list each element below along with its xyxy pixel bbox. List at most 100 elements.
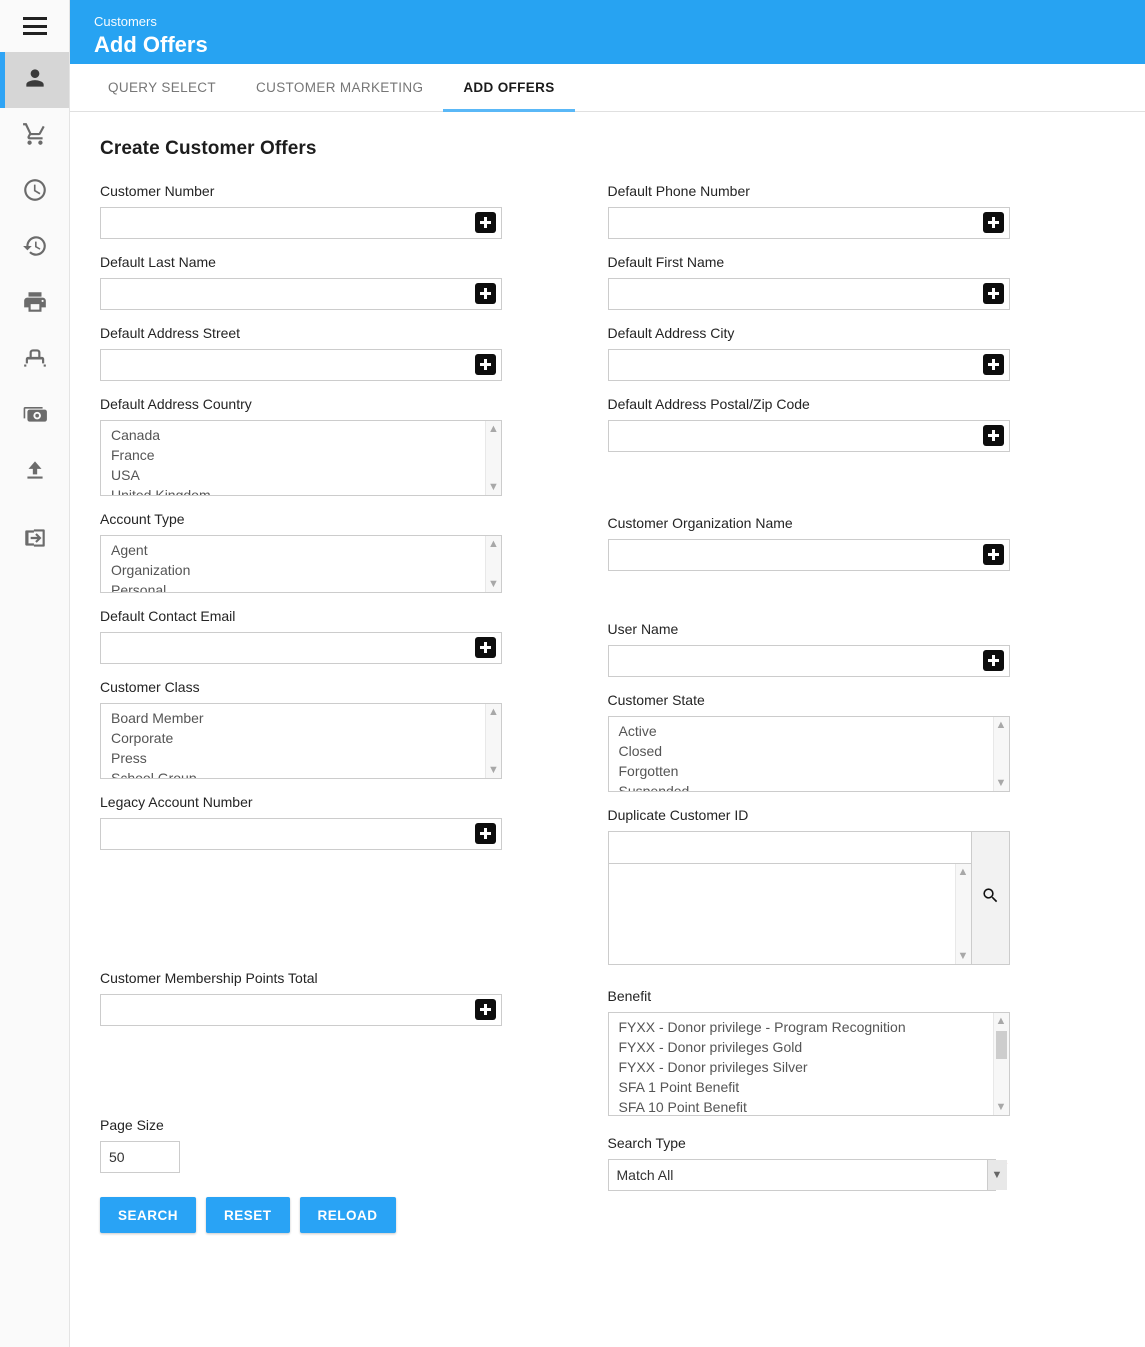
list-item[interactable]: FYXX - Donor privilege - Program Recogni… — [609, 1017, 1009, 1037]
default-phone-number-input[interactable] — [607, 207, 1010, 239]
tab-customer-marketing[interactable]: CUSTOMER MARKETING — [236, 64, 443, 111]
listbox-scrollbar[interactable]: ▲ ▼ — [992, 1013, 1009, 1115]
add-default-first-name-icon[interactable] — [982, 283, 1004, 304]
reload-button[interactable]: RELOAD — [299, 1197, 396, 1233]
list-item[interactable]: Corporate — [101, 728, 501, 748]
list-item[interactable]: Agent — [101, 540, 501, 560]
list-item[interactable]: FYXX - Donor privileges Gold — [609, 1037, 1009, 1057]
default-address-street-input[interactable] — [100, 349, 502, 381]
sidebar-item-customers[interactable] — [0, 52, 69, 108]
list-item[interactable]: Canada — [101, 425, 501, 445]
list-item[interactable]: Closed — [609, 741, 1009, 761]
list-item[interactable]: School Group — [101, 768, 501, 778]
menu-toggle-button[interactable] — [0, 0, 69, 52]
customer-organization-name-input[interactable] — [607, 539, 1010, 571]
default-first-name-input[interactable] — [607, 278, 1010, 310]
scroll-up-icon[interactable]: ▲ — [488, 536, 499, 552]
scroll-up-icon[interactable]: ▲ — [488, 421, 499, 437]
scroll-down-icon[interactable]: ▼ — [488, 576, 499, 592]
reset-button[interactable]: RESET — [206, 1197, 290, 1233]
duplicate-customer-id-results[interactable]: ▲ ▼ — [607, 863, 972, 965]
search-type-select[interactable]: Match All Match Any — [607, 1159, 997, 1191]
sidebar-item-payments[interactable] — [0, 388, 69, 444]
list-item[interactable]: Board Member — [101, 708, 501, 728]
person-icon — [22, 65, 48, 96]
add-customer-membership-points-total-icon[interactable] — [475, 999, 496, 1020]
listbox-scrollbar[interactable]: ▲ ▼ — [485, 421, 501, 495]
scroll-down-icon[interactable]: ▼ — [488, 762, 499, 778]
list-item[interactable]: Personal — [101, 580, 501, 592]
add-default-address-street-icon[interactable] — [475, 354, 496, 375]
sidebar-item-history[interactable] — [0, 220, 69, 276]
customer-class-listbox[interactable]: Board Member Corporate Press School Grou… — [100, 703, 502, 779]
add-default-last-name-icon[interactable] — [475, 283, 496, 304]
list-item[interactable]: SFA 1 Point Benefit — [609, 1077, 1009, 1097]
list-item[interactable]: SFA 10 Point Benefit — [609, 1097, 1009, 1115]
label-default-address-postal: Default Address Postal/Zip Code — [607, 396, 810, 412]
search-button[interactable]: SEARCH — [100, 1197, 197, 1233]
list-item[interactable]: United Kingdom — [101, 485, 501, 495]
scroll-down-icon[interactable]: ▼ — [958, 948, 969, 964]
add-user-name-icon[interactable] — [982, 650, 1004, 671]
default-address-postal-input[interactable] — [607, 420, 1010, 452]
sidebar-item-seating[interactable] — [0, 332, 69, 388]
field-customer-class: Customer Class Board Member Corporate Pr… — [100, 678, 608, 779]
main-area: Customers Add Offers QUERY SELECT CUSTOM… — [70, 0, 1145, 1347]
list-item[interactable]: France — [101, 445, 501, 465]
list-item[interactable]: Press — [101, 748, 501, 768]
sidebar-item-schedule[interactable] — [0, 164, 69, 220]
scroll-up-icon[interactable]: ▲ — [996, 1013, 1007, 1029]
user-name-input[interactable] — [607, 645, 1010, 677]
field-default-phone-number: Default Phone Number — [607, 182, 1116, 239]
listbox-scrollbar[interactable]: ▲ ▼ — [485, 704, 501, 778]
printer-icon — [22, 289, 48, 320]
scroll-up-icon[interactable]: ▲ — [996, 717, 1007, 733]
benefit-listbox[interactable]: FYXX - Donor privilege - Program Recogni… — [607, 1012, 1010, 1116]
scroll-down-icon[interactable]: ▼ — [996, 1099, 1007, 1115]
add-default-contact-email-icon[interactable] — [475, 637, 496, 658]
list-item[interactable]: USA — [101, 465, 501, 485]
default-address-country-listbox[interactable]: Canada France USA United Kingdom ▲ ▼ — [100, 420, 502, 496]
field-default-contact-email: Default Contact Email — [100, 607, 608, 664]
scrollbar-thumb[interactable] — [995, 1031, 1007, 1059]
listbox-scrollbar[interactable]: ▲ ▼ — [485, 536, 501, 592]
history-icon — [22, 233, 48, 264]
add-customer-organization-name-icon[interactable] — [982, 544, 1004, 565]
sidebar-item-orders[interactable] — [0, 108, 69, 164]
add-legacy-account-number-icon[interactable] — [475, 823, 496, 844]
list-item[interactable]: FYXX - Donor privileges Silver — [609, 1057, 1009, 1077]
tab-query-select[interactable]: QUERY SELECT — [88, 64, 236, 111]
scroll-down-icon[interactable]: ▼ — [488, 479, 499, 495]
sidebar-item-upload[interactable] — [0, 444, 69, 500]
list-item[interactable]: Active — [609, 721, 1009, 741]
account-type-listbox[interactable]: Agent Organization Personal ▲ ▼ — [100, 535, 502, 593]
legacy-account-number-input[interactable] — [100, 818, 502, 850]
customer-state-listbox[interactable]: Active Closed Forgotten Suspended ▲ ▼ — [607, 716, 1010, 792]
scroll-down-icon[interactable]: ▼ — [996, 775, 1007, 791]
duplicate-customer-id-input[interactable] — [607, 831, 972, 863]
input-group-default-phone-number — [607, 207, 1010, 239]
add-default-address-city-icon[interactable] — [982, 354, 1004, 375]
add-default-address-postal-icon[interactable] — [982, 425, 1004, 446]
scroll-up-icon[interactable]: ▲ — [488, 704, 499, 720]
add-customer-number-icon[interactable] — [475, 212, 496, 233]
scroll-up-icon[interactable]: ▲ — [958, 864, 969, 880]
listbox-scrollbar[interactable]: ▲ ▼ — [992, 717, 1009, 791]
list-item[interactable]: Organization — [101, 560, 501, 580]
page-size-input[interactable] — [100, 1141, 180, 1173]
sidebar-item-login[interactable] — [0, 512, 69, 568]
default-contact-email-input[interactable] — [100, 632, 502, 664]
add-default-phone-number-icon[interactable] — [982, 212, 1004, 233]
duplicate-customer-id-search-button[interactable] — [971, 831, 1010, 965]
tab-add-offers[interactable]: ADD OFFERS — [443, 64, 575, 112]
listbox-scrollbar[interactable]: ▲ ▼ — [954, 864, 971, 964]
hamburger-icon[interactable] — [22, 17, 47, 35]
list-item[interactable]: Suspended — [609, 781, 1009, 791]
label-customer-membership-points-total: Customer Membership Points Total — [100, 970, 318, 986]
default-last-name-input[interactable] — [100, 278, 502, 310]
customer-membership-points-total-input[interactable] — [100, 994, 502, 1026]
sidebar-item-print[interactable] — [0, 276, 69, 332]
customer-number-input[interactable] — [100, 207, 502, 239]
list-item[interactable]: Forgotten — [609, 761, 1009, 781]
default-address-city-input[interactable] — [607, 349, 1010, 381]
